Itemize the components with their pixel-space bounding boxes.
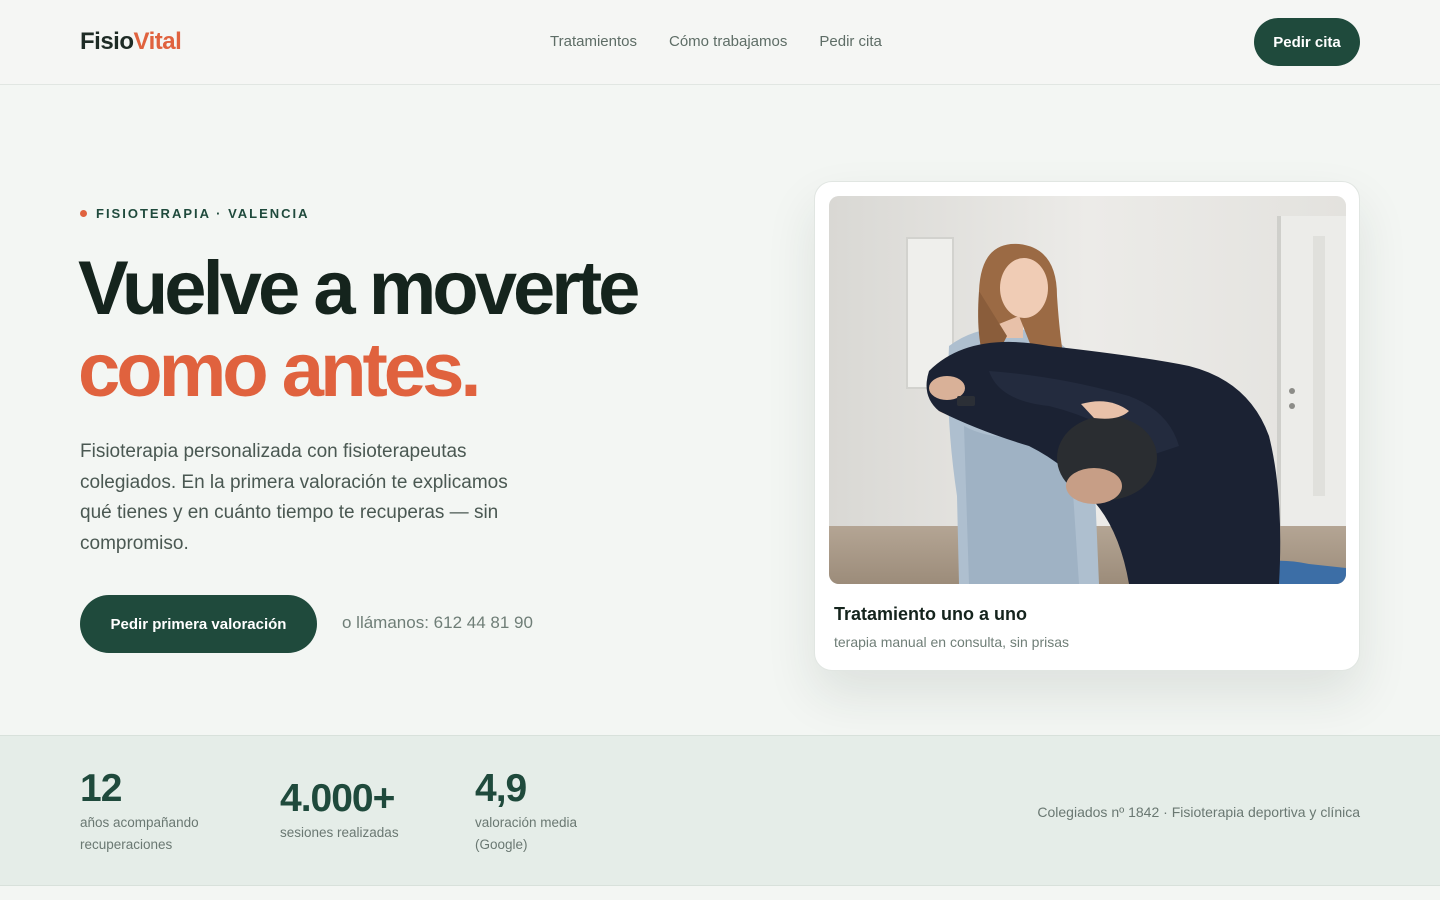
stat-years-number: 12 [80, 767, 122, 810]
hero-eyebrow: FISIOTERAPIA · VALENCIA [80, 206, 310, 221]
headline-line1: Vuelve a moverte [78, 246, 640, 331]
top-nav: FisioVital Tratamientos Cómo trabajamos … [0, 0, 1440, 85]
stat-rating-label-line1: valoración media [475, 815, 578, 830]
hero-headline: Vuelve a moverte como antes. [78, 246, 640, 413]
card-subtitle: terapia manual en consulta, sin prisas [834, 634, 1070, 650]
phone-link[interactable]: o llámanos: 612 44 81 90 [342, 612, 533, 634]
stat-years-label-line1: años acompañando [80, 815, 199, 830]
treatment-photo [829, 196, 1346, 584]
stat-rating-number: 4,9 [475, 767, 527, 810]
stat-rating: 4,9 valoración media (Google) [475, 766, 577, 856]
stat-sessions-label-line1: sesiones realizadas [280, 825, 399, 840]
hero-description: Fisioterapia personalizada con fisiotera… [80, 441, 508, 554]
brand-logo[interactable]: FisioVital [80, 27, 182, 57]
stats-bar: 12 años acompañando recuperaciones 4.000… [0, 735, 1440, 886]
nav-link-tratamientos[interactable]: Tratamientos [550, 31, 637, 53]
nav-pedir-cita-button[interactable]: Pedir cita [1254, 18, 1360, 66]
stat-years: 12 años acompañando recuperaciones [80, 766, 199, 856]
headline-line2: como antes. [78, 328, 481, 413]
treatment-card: Tratamiento uno a uno terapia manual en … [814, 181, 1360, 671]
stat-sessions-number: 4.000+ [280, 777, 395, 820]
stat-rating-label-line2: (Google) [475, 837, 528, 852]
stat-years-label-line2: recuperaciones [80, 837, 173, 852]
credentials-note: Colegiados nº 1842 · Fisioterapia deport… [1037, 804, 1360, 820]
eyebrow-dot-icon [80, 210, 87, 217]
brand-logo-part2: Vital [133, 28, 182, 55]
eyebrow-text: FISIOTERAPIA · VALENCIA [96, 206, 310, 221]
nav-link-como-trabajamos[interactable]: Cómo trabajamos [669, 31, 787, 53]
primera-valoracion-button[interactable]: Pedir primera valoración [80, 595, 317, 653]
nav-link-pedir-cita[interactable]: Pedir cita [819, 31, 882, 53]
stat-sessions: 4.000+ sesiones realizadas [280, 776, 399, 844]
card-title: Tratamiento uno a uno [834, 604, 1028, 624]
nav-menu: Tratamientos Cómo trabajamos Pedir cita [550, 31, 882, 53]
brand-logo-part1: Fisio [80, 28, 134, 55]
